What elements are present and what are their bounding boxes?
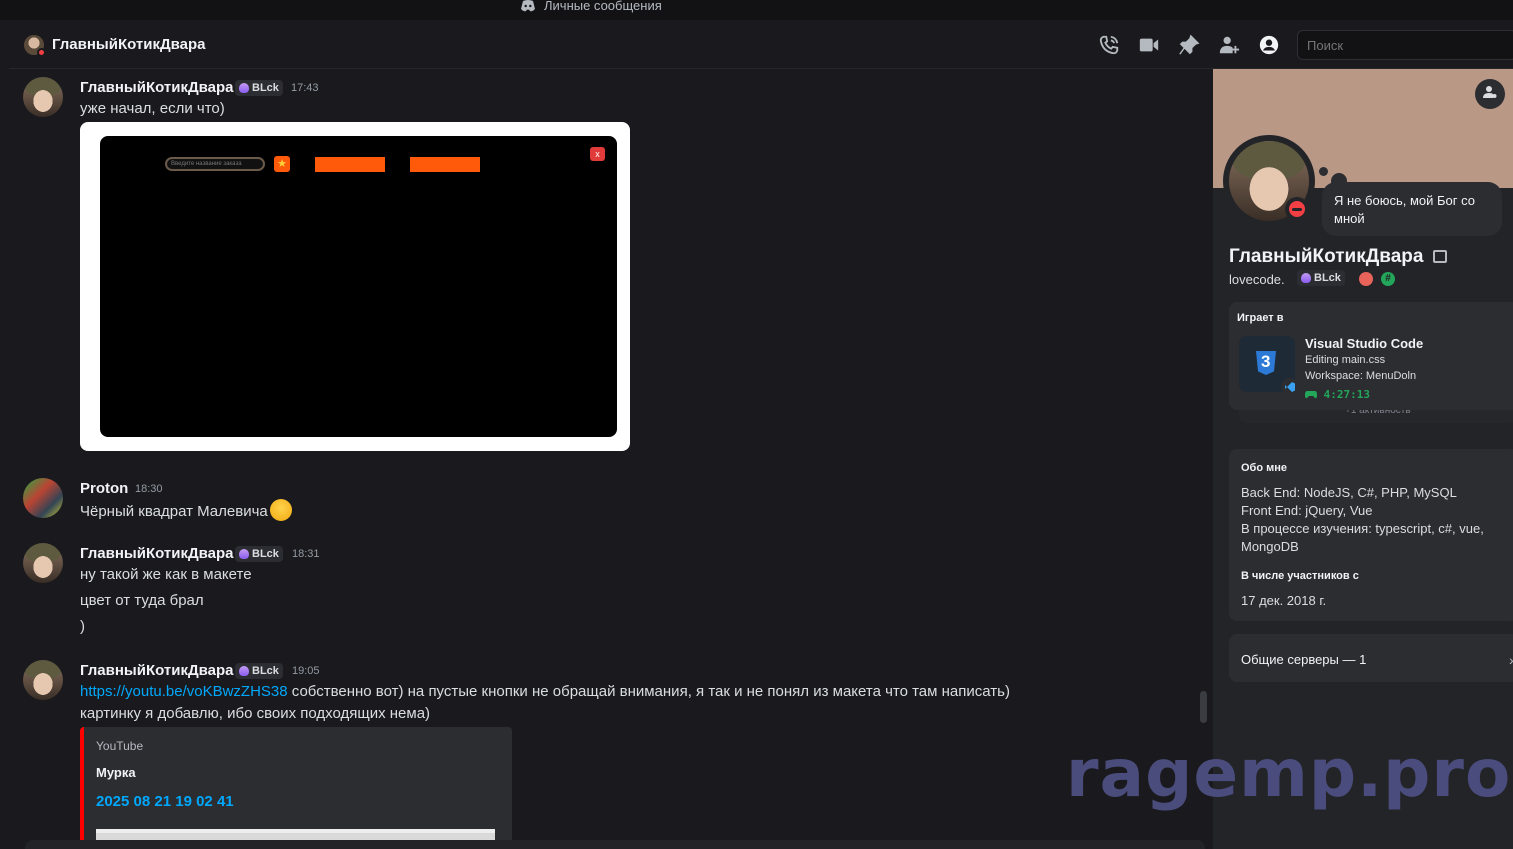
flame-icon bbox=[239, 83, 249, 93]
profile-display-name: ГлавныйКотикДвара bbox=[1229, 246, 1424, 267]
message-avatar[interactable] bbox=[23, 77, 63, 117]
message-author[interactable]: ГлавныйКотикДвара bbox=[80, 662, 234, 679]
image-attachment[interactable]: Введите название заказа ★ x bbox=[80, 122, 630, 451]
member-since-date: 17 дек. 2018 г. bbox=[1241, 593, 1327, 608]
message-text: ) bbox=[80, 618, 85, 635]
about-line: В процессе изучения: typescript, c#, vue… bbox=[1241, 521, 1484, 536]
profile-username: lovecode. bbox=[1229, 272, 1285, 287]
clan-badge-label: BLck bbox=[1314, 272, 1341, 284]
heart-badge-icon[interactable] bbox=[1359, 272, 1373, 286]
css-file-icon bbox=[1256, 351, 1276, 375]
activity-state: Workspace: MenuDoln bbox=[1305, 370, 1417, 382]
message-text: https://youtu.be/voKBwzZHS38 собственно … bbox=[80, 683, 1010, 700]
link-embed: YouTube Мурка 2025 08 21 19 02 41 bbox=[80, 727, 512, 849]
message-text: уже начал, если что) bbox=[80, 100, 225, 117]
header-avatar[interactable] bbox=[24, 35, 46, 57]
friend-settings-icon[interactable] bbox=[1475, 79, 1505, 109]
note-icon[interactable] bbox=[1433, 250, 1447, 263]
clan-badge[interactable]: BLck bbox=[235, 546, 283, 562]
voice-call-icon[interactable] bbox=[1098, 34, 1120, 56]
message-text: картинку я добавлю, ибо своих подходящих… bbox=[80, 705, 431, 722]
embed-author[interactable]: Мурка bbox=[96, 765, 136, 780]
message-text-content: Чёрный квадрат Малевича bbox=[80, 502, 268, 520]
dm-header: ГлавныйКотикДвара bbox=[9, 20, 1513, 69]
embed-provider[interactable]: YouTube bbox=[96, 739, 143, 753]
message-timestamp: 18:31 bbox=[292, 548, 320, 560]
vscode-activity-image[interactable] bbox=[1239, 336, 1299, 396]
grinning-emoji-icon[interactable] bbox=[269, 499, 292, 521]
scrollbar-thumb[interactable] bbox=[1200, 691, 1207, 723]
header-username[interactable]: ГлавныйКотикДвара bbox=[52, 36, 206, 53]
message-author[interactable]: Proton bbox=[80, 480, 128, 497]
activity-card: Играет в Visual Studio Code Editing main… bbox=[1229, 302, 1513, 410]
user-profile-icon[interactable] bbox=[1258, 34, 1280, 56]
activity-details: Editing main.css bbox=[1305, 354, 1386, 366]
orange-button-preview bbox=[410, 157, 480, 172]
activity-heading: Играет в bbox=[1237, 312, 1284, 324]
message-author[interactable]: ГлавныйКотикДвара bbox=[80, 79, 234, 96]
attachment-screenshot: Введите название заказа ★ x bbox=[100, 136, 617, 437]
order-name-input-preview: Введите название заказа bbox=[165, 157, 265, 171]
youtube-link[interactable]: https://youtu.be/voKBwzZHS38 bbox=[80, 683, 288, 700]
dnd-status-indicator bbox=[1289, 201, 1305, 217]
clan-badge[interactable]: BLck bbox=[235, 80, 283, 96]
dnd-status-icon bbox=[1285, 197, 1309, 221]
mutual-servers-button[interactable]: Общие серверы — 1 › bbox=[1229, 634, 1513, 682]
about-line: Front End: jQuery, Vue bbox=[1241, 503, 1373, 518]
watermark: ragemp.pro bbox=[1066, 735, 1512, 812]
message-avatar[interactable] bbox=[23, 660, 63, 700]
message-avatar[interactable] bbox=[23, 478, 63, 518]
activity-elapsed-value: 4:27:13 bbox=[1323, 388, 1370, 401]
hashtag-badge-icon[interactable]: # bbox=[1381, 272, 1395, 286]
activity-app-name: Visual Studio Code bbox=[1305, 336, 1424, 351]
add-friends-icon[interactable] bbox=[1218, 34, 1240, 56]
message-text: цвет от туда брал bbox=[80, 592, 204, 609]
status-bubble-dot bbox=[1319, 167, 1328, 176]
user-profile-panel: Я не боюсь, мой Бог со мной ГлавныйКотик… bbox=[1213, 69, 1513, 849]
search-input[interactable] bbox=[1297, 30, 1513, 60]
message-text: Чёрный квадрат Малевича bbox=[80, 499, 292, 523]
orange-button-preview bbox=[315, 157, 385, 172]
titlebar-text: Личные сообщения bbox=[544, 0, 662, 13]
star-icon: ★ bbox=[274, 156, 290, 172]
flame-icon bbox=[239, 549, 249, 559]
titlebar-title: Личные сообщения bbox=[520, 0, 662, 13]
dnd-status-icon bbox=[37, 48, 46, 57]
about-line: MongoDB bbox=[1241, 539, 1299, 554]
clan-badge-label: BLck bbox=[252, 665, 279, 677]
flame-icon bbox=[239, 666, 249, 676]
vscode-icon bbox=[1281, 378, 1299, 396]
message-author[interactable]: ГлавныйКотикДвара bbox=[80, 545, 234, 562]
message-timestamp: 18:30 bbox=[135, 483, 163, 495]
message-text: ну такой же как в макете bbox=[80, 566, 252, 583]
pinned-messages-icon[interactable] bbox=[1178, 34, 1200, 56]
clan-badge[interactable]: BLck bbox=[1297, 270, 1345, 286]
message-avatar[interactable] bbox=[23, 543, 63, 583]
gamepad-icon bbox=[1305, 391, 1317, 399]
message-text-content: собственно вот) на пустые кнопки не обра… bbox=[287, 683, 1010, 700]
clan-badge[interactable]: BLck bbox=[235, 663, 283, 679]
member-since-heading: В числе участников с bbox=[1241, 570, 1359, 582]
message-list: ГлавныйКотикДвара BLck 17:43 уже начал, … bbox=[9, 69, 1213, 849]
video-call-icon[interactable] bbox=[1138, 34, 1160, 56]
chevron-right-icon: › bbox=[1509, 652, 1513, 668]
window-titlebar: Личные сообщения bbox=[0, 0, 1513, 20]
clan-badge-label: BLck bbox=[252, 82, 279, 94]
flame-icon bbox=[1301, 273, 1311, 283]
message-timestamp: 17:43 bbox=[291, 82, 319, 94]
clan-badge-label: BLck bbox=[252, 548, 279, 560]
discord-icon bbox=[521, 0, 535, 11]
custom-status-bubble: Я не боюсь, мой Бог со мной bbox=[1322, 182, 1502, 236]
mutual-servers-label: Общие серверы — 1 bbox=[1241, 652, 1367, 667]
about-me-heading: Обо мне bbox=[1241, 462, 1288, 474]
activity-elapsed: 4:27:13 bbox=[1305, 388, 1370, 401]
embed-title[interactable]: 2025 08 21 19 02 41 bbox=[96, 793, 234, 810]
user-settings-icon bbox=[1483, 86, 1497, 98]
about-me-card: Обо мне Back End: NodeJS, C#, PHP, MySQL… bbox=[1229, 449, 1513, 621]
message-composer[interactable] bbox=[25, 840, 1205, 849]
message-timestamp: 19:05 bbox=[292, 665, 320, 677]
about-line: Back End: NodeJS, C#, PHP, MySQL bbox=[1241, 485, 1457, 500]
close-icon: x bbox=[590, 147, 605, 161]
